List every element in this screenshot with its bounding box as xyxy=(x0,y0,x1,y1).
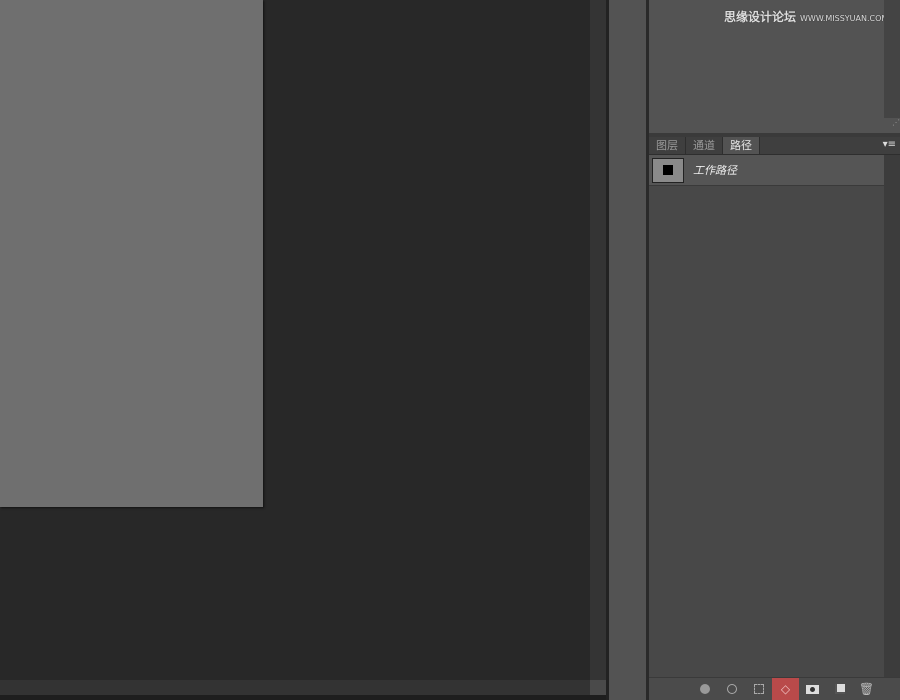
fill-path-icon[interactable] xyxy=(691,678,718,700)
status-divider xyxy=(0,695,646,700)
delete-icon[interactable]: 🗑 xyxy=(853,678,880,700)
tab-layers[interactable]: 图层 xyxy=(649,137,686,154)
path-thumbnail xyxy=(652,157,684,183)
load-selection-icon[interactable] xyxy=(745,678,772,700)
path-item-work-path[interactable]: 工作路径 xyxy=(649,155,884,186)
stroke-path-icon[interactable] xyxy=(718,678,745,700)
make-work-path-icon[interactable]: ◇ xyxy=(772,678,799,700)
paths-toolbar: ◇ 🗑 xyxy=(649,677,900,700)
tab-channels[interactable]: 通道 xyxy=(686,137,723,154)
path-label: 工作路径 xyxy=(693,164,737,177)
canvas-horizontal-scrollbar[interactable] xyxy=(0,680,590,695)
upper-panel-scrollbar[interactable] xyxy=(884,0,900,118)
watermark-text: 思缘设计论坛 xyxy=(724,10,797,24)
panel-tabs: 图层 通道 路径 ▾≡ xyxy=(649,137,900,155)
tab-paths[interactable]: 路径 xyxy=(723,137,760,154)
canvas-vertical-scrollbar[interactable] xyxy=(590,0,606,680)
document-canvas[interactable] xyxy=(0,0,263,507)
collapsed-panel-strip xyxy=(609,0,646,700)
paths-list: 工作路径 xyxy=(649,155,884,677)
panel-menu-icon[interactable]: ▾≡ xyxy=(883,139,896,150)
watermark-url: WWW.MISSYUAN.COM xyxy=(800,14,889,23)
paths-scrollbar[interactable] xyxy=(884,155,900,677)
resize-grip-icon[interactable]: ⋰ xyxy=(884,118,900,133)
new-path-icon[interactable] xyxy=(826,678,853,700)
add-mask-icon[interactable] xyxy=(799,678,826,700)
scroll-corner xyxy=(590,680,606,695)
watermark: 思缘设计论坛 WWW.MISSYUAN.COM xyxy=(724,8,888,25)
